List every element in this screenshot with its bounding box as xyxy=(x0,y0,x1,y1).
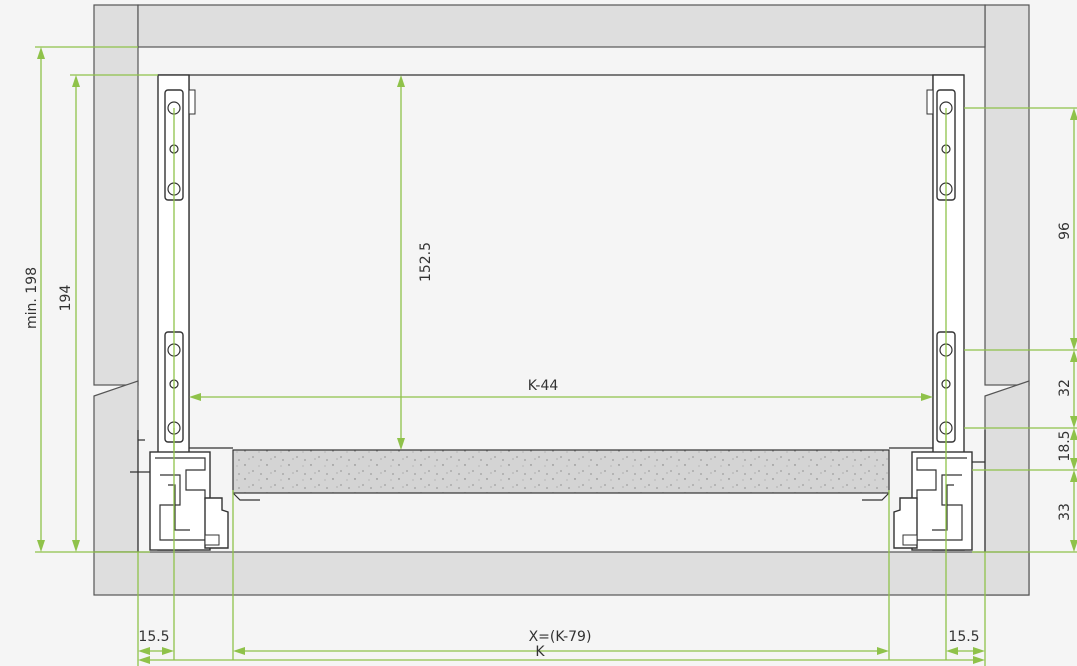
label-min198: min. 198 xyxy=(24,267,40,329)
label-18-5: 18.5 xyxy=(1057,430,1073,461)
right-bracket-tab xyxy=(926,89,934,115)
ext-lines-hole-centers xyxy=(173,108,947,450)
top-shelf-panel xyxy=(137,4,986,48)
label-15-5-left: 15.5 xyxy=(138,629,169,645)
drawer-frame xyxy=(157,74,965,551)
right-inner-wall-line xyxy=(889,75,934,449)
right-runner-mount-line xyxy=(972,430,986,552)
right-runner-lever xyxy=(902,534,918,546)
label-194: 194 xyxy=(58,285,74,312)
drawer-cross-section-drawing: min. 198 194 152.5 K-44 96 32 18.5 33 15… xyxy=(0,0,1077,666)
left-side-panel-lower xyxy=(93,380,139,553)
right-side-panel-upper xyxy=(984,4,1030,386)
label-x: X=(K-79) xyxy=(529,629,592,645)
label-k: K xyxy=(535,644,545,660)
left-runner-lever xyxy=(204,534,220,546)
left-bracket-tab xyxy=(188,89,196,115)
label-15-5-right: 15.5 xyxy=(948,629,979,645)
left-inner-wall-line xyxy=(188,75,233,449)
label-33: 33 xyxy=(1057,503,1073,521)
label-k44: K-44 xyxy=(528,378,559,394)
label-96: 96 xyxy=(1057,222,1073,240)
drawer-bottom-clips xyxy=(232,492,890,501)
drawer-bottom-panel xyxy=(232,449,890,494)
label-32: 32 xyxy=(1057,379,1073,397)
left-side-panel-upper xyxy=(93,4,139,386)
label-152-5: 152.5 xyxy=(418,242,434,282)
drawing-canvas: min. 198 194 152.5 K-44 96 32 18.5 33 15… xyxy=(24,4,1077,666)
